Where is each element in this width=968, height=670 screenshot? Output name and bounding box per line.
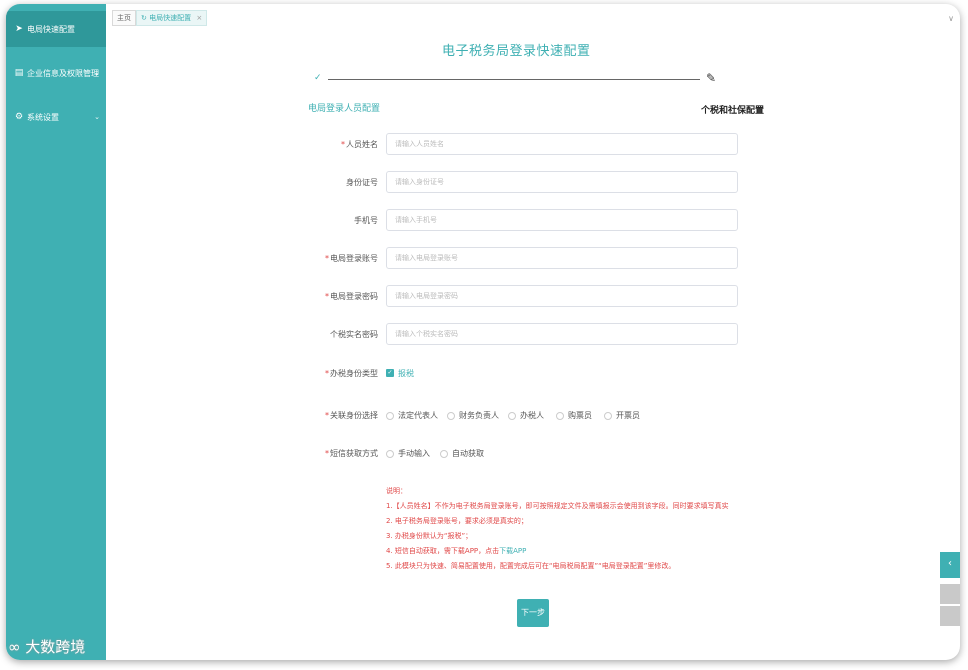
notes-block: 说明： 1.【人员姓名】不作为电子税务局登录账号，即可按照规定文件及需填报示会使…	[386, 484, 729, 574]
sidebar-item-label: 系统设置	[27, 112, 59, 122]
note-line: 3. 办税身份默认为“报税”；	[386, 532, 473, 540]
sidebar-item-label: 电局快速配置	[27, 24, 75, 34]
infinity-icon: ∞	[8, 638, 21, 656]
radio-label: 自动获取	[452, 449, 484, 458]
step-2-label: 个税和社保配置	[701, 106, 765, 116]
field-label: 短信获取方式	[330, 449, 378, 458]
next-button[interactable]: 下一步	[517, 599, 549, 627]
form-row-login-password: *电局登录密码 请输入电局登录密码	[6, 285, 960, 309]
form-row-tax-identity: *办税身份类型 ✓ 报税	[6, 362, 960, 386]
field-label: 个税实名密码	[330, 330, 378, 339]
tab-label: 电局快速配置	[149, 14, 192, 22]
radio-label: 开票员	[616, 411, 640, 420]
radio-label: 手动输入	[398, 449, 430, 458]
radio-auto-fetch[interactable]	[440, 450, 448, 458]
radio-manual-input[interactable]	[386, 450, 394, 458]
building-icon: ▤	[14, 68, 24, 78]
form-row-id-number: 身份证号 请输入身份证号	[6, 171, 960, 195]
radio-ticket-buyer[interactable]	[556, 412, 564, 420]
required-mark: *	[341, 140, 345, 149]
collapse-panel-button[interactable]: ‹	[940, 552, 960, 578]
tax-identity-checkbox[interactable]: ✓	[386, 369, 394, 377]
checkbox-label: 报税	[398, 369, 414, 378]
field-label: 关联身份选择	[330, 411, 378, 420]
sidebar-item-label: 企业信息及权限管理	[27, 68, 99, 78]
send-icon: ➤	[15, 24, 23, 34]
radio-label: 财务负责人	[459, 411, 499, 420]
login-password-input[interactable]: 请输入电局登录密码	[386, 285, 738, 307]
radio-tax-officer[interactable]	[508, 412, 516, 420]
note-line: 1.【人员姓名】不作为电子税务局登录账号，即可按照规定文件及需填报示会使用到该字…	[386, 502, 729, 510]
watermark-logo: ∞ 大数跨境	[8, 638, 86, 656]
radio-label: 办税人	[520, 411, 544, 420]
radio-label: 购票员	[568, 411, 592, 420]
field-label: 身份证号	[346, 178, 378, 187]
step-1-label: 电局登录人员配置	[308, 104, 381, 114]
tab-label: 主页	[117, 14, 131, 22]
chevron-down-icon: ⌄	[94, 69, 100, 77]
radio-invoicer[interactable]	[604, 412, 612, 420]
form-row-name: *人员姓名 请输入人员姓名	[6, 133, 960, 157]
tab-quick-config[interactable]: ↻ 电局快速配置 ×	[136, 10, 208, 26]
app-window: ➤ 电局快速配置 ▤ 企业信息及权限管理 ⌄ ⚙ 系统设置 ⌄ 主页 ↻ 电局快…	[6, 4, 960, 660]
required-mark: *	[325, 292, 329, 301]
refresh-icon: ↻	[141, 14, 147, 22]
radio-finance-head[interactable]	[447, 412, 455, 420]
sidebar-item-company-info[interactable]: ▤ 企业信息及权限管理 ⌄	[6, 60, 106, 86]
tax-password-input[interactable]: 请输入个税实名密码	[386, 323, 738, 345]
chevron-left-icon: ‹	[948, 558, 952, 569]
close-icon[interactable]: ×	[196, 14, 202, 22]
field-label: 电局登录账号	[330, 254, 378, 263]
chevron-down-icon[interactable]: ∨	[948, 14, 954, 23]
side-tool-button[interactable]	[940, 606, 960, 626]
form-row-sms: *短信获取方式 手动输入 自动获取	[6, 442, 960, 466]
chevron-down-icon: ⌄	[94, 113, 100, 121]
tab-home[interactable]: 主页	[112, 10, 136, 26]
note-line: 5. 此模块只为快速、简易配置使用，配置完成后可在“电局税局配置”“电局登录配置…	[386, 562, 676, 570]
phone-input[interactable]: 请输入手机号	[386, 209, 738, 231]
step-progress-line	[328, 79, 700, 80]
page-title: 电子税务局登录快速配置	[442, 44, 591, 59]
name-input[interactable]: 请输入人员姓名	[386, 133, 738, 155]
sidebar-item-quick-config[interactable]: ➤ 电局快速配置	[6, 11, 106, 47]
form-row-login-account: *电局登录账号 请输入电局登录账号	[6, 247, 960, 271]
radio-legal-rep[interactable]	[386, 412, 394, 420]
side-tool-button[interactable]	[940, 584, 960, 604]
field-label: 手机号	[354, 216, 378, 225]
form-row-phone: 手机号 请输入手机号	[6, 209, 960, 233]
download-app-link[interactable]: 下载APP	[499, 547, 526, 555]
note-line: 2. 电子税务局登录账号，要求必须是真实的；	[386, 517, 528, 525]
radio-label: 法定代表人	[398, 411, 438, 420]
required-mark: *	[325, 449, 329, 458]
field-label: 电局登录密码	[330, 292, 378, 301]
form-row-tax-password: 个税实名密码 请输入个税实名密码	[6, 323, 960, 347]
field-label: 办税身份类型	[330, 369, 378, 378]
notes-title: 说明：	[386, 487, 407, 495]
sidebar-item-system-settings[interactable]: ⚙ 系统设置 ⌄	[6, 104, 106, 130]
required-mark: *	[325, 411, 329, 420]
check-icon: ✓	[314, 73, 322, 83]
required-mark: *	[325, 254, 329, 263]
gear-icon: ⚙	[14, 112, 24, 122]
field-label: 人员姓名	[346, 140, 378, 149]
id-number-input[interactable]: 请输入身份证号	[386, 171, 738, 193]
tab-bar: 主页 ↻ 电局快速配置 × ∨	[106, 4, 960, 30]
note-line: 4. 短信自动获取，需下载APP，点击下载APP	[386, 547, 527, 555]
pen-icon: ✎	[706, 71, 717, 85]
form-row-relation: *关联身份选择 法定代表人 财务负责人 办税人 购票员 开票员	[6, 404, 960, 428]
required-mark: *	[325, 369, 329, 378]
login-account-input[interactable]: 请输入电局登录账号	[386, 247, 738, 269]
